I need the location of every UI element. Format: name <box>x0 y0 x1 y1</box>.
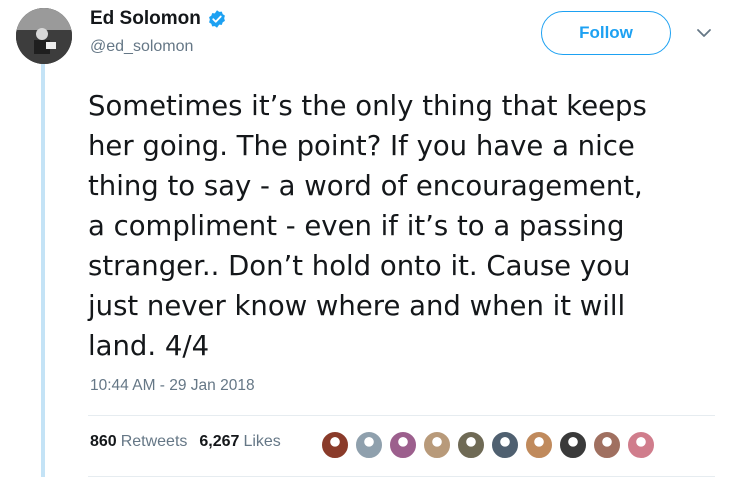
follow-button[interactable]: Follow <box>541 11 671 55</box>
retweets-label: Retweets <box>120 433 188 450</box>
tweet-timestamp[interactable]: 10:44 AM - 29 Jan 2018 <box>90 377 255 395</box>
liker-avatar-9[interactable] <box>592 430 622 460</box>
user-handle[interactable]: @ed_solomon <box>90 38 193 56</box>
liker-avatar-7[interactable] <box>524 430 554 460</box>
liker-avatar-8[interactable] <box>558 430 588 460</box>
avatar-photo <box>16 8 72 64</box>
tweet-text: Sometimes it’s the only thing that keeps… <box>88 90 647 362</box>
likes-count: 6,267 <box>199 433 240 450</box>
engagement-stats: 860 Retweets 6,267 Likes <box>90 433 293 451</box>
liker-avatar-4[interactable] <box>422 430 452 460</box>
chevron-down-icon[interactable] <box>693 22 715 44</box>
liker-avatar-3[interactable] <box>388 430 418 460</box>
liker-avatar-2[interactable] <box>354 430 384 460</box>
liker-avatar-1[interactable] <box>320 430 350 460</box>
liker-avatar-5[interactable] <box>456 430 486 460</box>
liker-avatar-6[interactable] <box>490 430 520 460</box>
liker-avatar-10[interactable] <box>626 430 656 460</box>
divider-top <box>88 415 715 416</box>
retweets-stat[interactable]: 860 Retweets <box>90 433 187 451</box>
display-name[interactable]: Ed Solomon <box>90 8 201 30</box>
thread-line <box>41 62 45 477</box>
likes-label: Likes <box>243 433 281 450</box>
user-avatar[interactable] <box>16 8 72 64</box>
likes-stat[interactable]: 6,267 Likes <box>199 433 280 451</box>
liker-avatars <box>320 430 660 460</box>
verified-badge-icon <box>208 10 225 28</box>
retweets-count: 860 <box>90 433 117 450</box>
